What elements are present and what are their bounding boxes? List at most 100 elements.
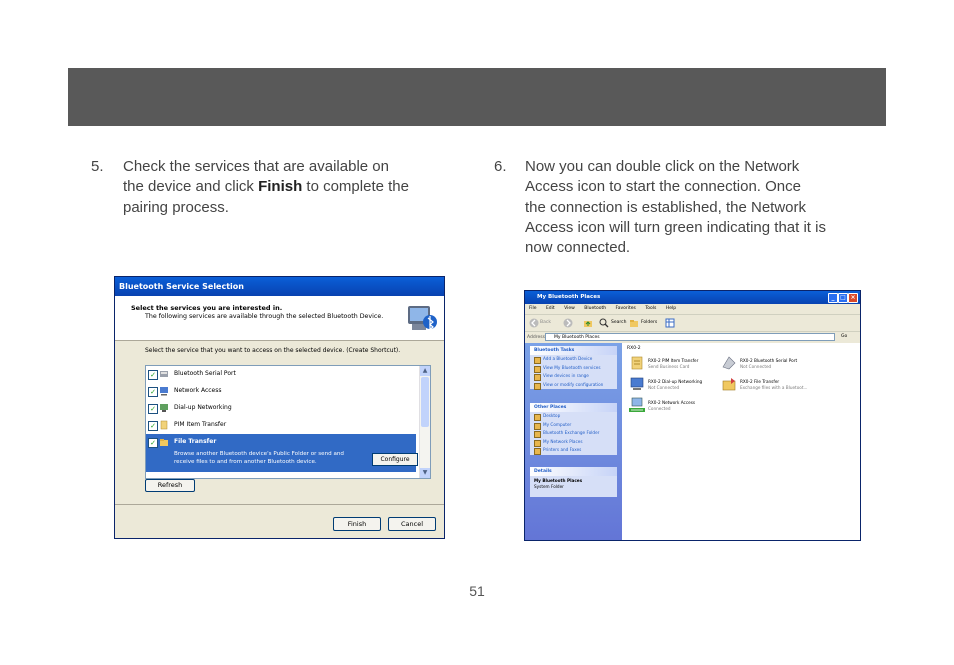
item-status: Not Connected [740,364,772,369]
task-link[interactable]: View My Bluetooth services [530,364,617,372]
network-access-connected-icon [629,397,645,412]
item-status: Connected [648,406,671,411]
step-text: Check the services that are available on… [123,158,409,216]
folders-button-label[interactable]: Folders [641,320,657,325]
service-item[interactable]: RX0-2 Network Access Connected [629,397,729,417]
scroll-up-icon[interactable]: ▲ [420,366,430,376]
service-label: PIM Item Transfer [174,421,227,428]
service-label: File Transfer [174,438,217,445]
views-icon[interactable] [665,318,675,328]
place-link[interactable]: My Network Places [530,438,617,446]
place-link[interactable]: My Computer [530,421,617,429]
details-header[interactable]: Details [530,467,617,476]
menu-file[interactable]: File [529,306,537,311]
service-row[interactable]: ✓ PIM Item Transfer [146,417,416,434]
other-places-header[interactable]: Other Places [530,403,617,412]
place-link[interactable]: Desktop [530,412,617,421]
place-link[interactable]: Printers and Faxes [530,446,617,455]
task-link[interactable]: View devices in range [530,372,617,381]
bluetooth-service-selection-dialog: Bluetooth Service Selection Select the s… [114,276,445,539]
item-name: RX0-2 Bluetooth Serial Port [740,358,798,363]
menu-bluetooth[interactable]: Bluetooth [584,306,606,311]
service-checkbox[interactable]: ✓ [148,404,158,414]
scroll-down-icon[interactable]: ▼ [420,468,430,478]
page-number: 51 [469,583,485,599]
back-button-label[interactable]: Back [540,320,551,325]
item-name: RX0-2 File Transfer [740,379,780,384]
item-name: RX0-2 Network Access [648,400,696,405]
window-title: My Bluetooth Places _ □ × [525,291,860,304]
service-item[interactable]: RX0-2 PIM Item Transfer Send Business Ca… [629,355,729,375]
dial-up-icon [160,404,168,412]
scroll-thumb[interactable] [421,377,429,427]
content-pane: RX0-2 RX0-2 PIM Item Transfer Send Busin… [622,343,860,540]
address-field[interactable]: My Bluetooth Places [545,333,835,341]
service-item[interactable]: RX0-2 Bluetooth Serial Port Not Connecte… [721,355,821,375]
menu-view[interactable]: View [564,306,575,311]
pim-transfer-icon [160,420,168,430]
serial-port-icon [160,371,168,377]
item-name: RX0-2 PIM Item Transfer [648,358,699,363]
item-status: Not Connected [648,385,680,390]
pim-transfer-icon [631,356,643,370]
item-name: RX0-2 Dial-up Networking [648,379,703,384]
minimize-button[interactable]: _ [828,293,838,303]
header-subtitle: The following services are available thr… [145,313,384,320]
toolbar: Back Search Folders [525,315,860,332]
refresh-button[interactable]: Refresh [145,479,195,492]
other-places-panel: Other Places Desktop My Computer Bluetoo… [530,403,617,455]
services-list[interactable]: ✓ Bluetooth Serial Port ✓ Network Access… [145,365,431,479]
step-number: 6. [494,158,507,175]
menu-favorites[interactable]: Favorites [616,306,636,311]
service-checkbox[interactable]: ✓ [148,438,158,448]
file-transfer-icon [160,439,168,446]
menu-help[interactable]: Help [666,306,676,311]
search-button-label[interactable]: Search [611,320,626,325]
folders-icon[interactable] [629,318,639,328]
place-link[interactable]: Bluetooth Exchange Folder [530,429,617,438]
dialog-divider [115,504,444,505]
service-checkbox[interactable]: ✓ [148,387,158,397]
search-icon[interactable] [599,318,609,328]
dial-up-icon [630,377,644,390]
item-status: Send Business Card [648,364,690,369]
service-item[interactable]: RX0-2 Dial-up Networking Not Connected [629,376,729,396]
task-link[interactable]: Add a Bluetooth Device [530,355,617,364]
device-group-label: RX0-2 [627,346,641,351]
back-arrow-icon[interactable] [529,318,539,328]
service-checkbox[interactable]: ✓ [148,421,158,431]
cancel-button[interactable]: Cancel [388,517,436,531]
list-scrollbar[interactable]: ▲ ▼ [419,366,430,478]
up-folder-icon[interactable] [583,318,593,328]
details-type: System Folder [534,484,564,489]
service-row[interactable]: ✓ Network Access [146,383,416,400]
forward-arrow-icon[interactable] [563,318,573,328]
task-link[interactable]: View or modify configuration [530,381,617,389]
file-transfer-icon [722,378,736,391]
step-6: 6. Now you can double click on the Netwo… [494,157,874,267]
service-row[interactable]: ✓ Bluetooth Serial Port [146,366,416,383]
step-5: 5. Check the services that are available… [91,157,451,227]
service-label: Dial-up Networking [174,404,232,411]
step-text: Now you can double click on the Network … [525,158,826,257]
service-description: Browse another Bluetooth device's Public… [174,451,344,465]
serial-port-icon [722,356,736,370]
menu-edit[interactable]: Edit [546,306,555,311]
bluetooth-tasks-header[interactable]: Bluetooth Tasks [530,346,617,355]
dialog-title: Bluetooth Service Selection [115,277,444,296]
network-access-icon [160,387,168,396]
dialog-instruction: Select the service that you want to acce… [145,347,401,354]
service-item[interactable]: RX0-2 File Transfer Exchange files with … [721,376,821,396]
step-number: 5. [91,158,104,175]
service-row[interactable]: ✓ Dial-up Networking [146,400,416,417]
menu-tools[interactable]: Tools [645,306,656,311]
go-button[interactable]: Go [841,334,847,339]
finish-button[interactable]: Finish [333,517,381,531]
service-row-selected[interactable]: ✓ File Transfer Browse another Bluetooth… [146,434,418,472]
header-band [68,68,886,126]
service-checkbox[interactable]: ✓ [148,370,158,380]
configure-button[interactable]: Configure [372,453,418,466]
close-button[interactable]: × [848,293,858,303]
maximize-button[interactable]: □ [838,293,848,303]
item-status: Exchange files with a Bluetoot... [740,385,808,390]
